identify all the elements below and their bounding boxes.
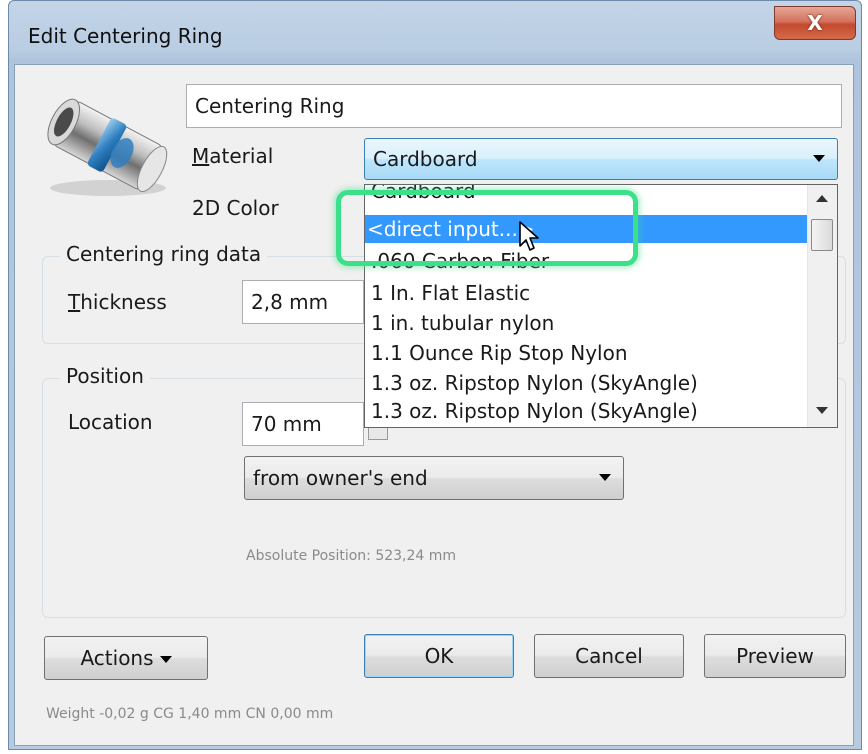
thickness-input[interactable]: 2,8 mm [242, 280, 364, 324]
thickness-value: 2,8 mm [251, 290, 329, 314]
dropdown-scrollbar[interactable] [807, 185, 837, 427]
relative-position-value: from owner's end [253, 466, 428, 490]
mouse-cursor-icon [518, 220, 542, 258]
location-spinner[interactable] [368, 426, 388, 440]
location-input[interactable]: 70 mm [242, 402, 364, 446]
component-name-value: Centering Ring [195, 94, 345, 118]
material-label: Material [192, 144, 274, 168]
chevron-down-icon [813, 155, 825, 162]
ok-button-label: OK [424, 644, 454, 668]
scroll-thumb[interactable] [811, 219, 833, 251]
list-item[interactable]: 1 in. tubular nylon [369, 309, 805, 337]
scroll-down-icon[interactable] [816, 407, 828, 414]
component-name-input[interactable]: Centering Ring [186, 84, 842, 128]
list-item[interactable]: 1.3 oz. Ripstop Nylon (SkyAngle) [369, 369, 805, 397]
list-item[interactable]: .060 Carbon Fiber [369, 247, 805, 275]
close-button[interactable]: X [774, 6, 856, 40]
relative-position-select[interactable]: from owner's end [244, 456, 624, 500]
material-select[interactable]: Cardboard [364, 138, 838, 180]
actions-button-label: Actions [80, 646, 154, 670]
location-label: Location [68, 410, 153, 434]
location-value: 70 mm [251, 412, 322, 436]
scroll-up-icon[interactable] [816, 195, 828, 202]
absolute-position-text: Absolute Position: 523,24 mm [246, 548, 457, 564]
status-text: Weight -0,02 g CG 1,40 mm CN 0,00 mm [46, 706, 334, 722]
preview-button-label: Preview [736, 644, 814, 668]
color-label: 2D Color [192, 196, 279, 220]
actions-button[interactable]: Actions [44, 636, 208, 680]
centering-ring-icon [38, 90, 176, 200]
list-item[interactable]: 1 In. Flat Elastic [369, 279, 805, 307]
cancel-button[interactable]: Cancel [534, 634, 684, 678]
list-item[interactable]: 1.1 Ounce Rip Stop Nylon [369, 339, 805, 367]
window-title: Edit Centering Ring [28, 24, 223, 48]
cancel-button-label: Cancel [575, 644, 643, 668]
list-item-selected[interactable]: <direct input...> [365, 215, 807, 243]
chevron-down-icon [599, 474, 611, 481]
thickness-label: Thickness [68, 290, 167, 314]
ring-data-legend: Centering ring data [60, 242, 268, 266]
material-dropdown-list[interactable]: Cardboard <direct input...> .060 Carbon … [364, 184, 838, 428]
list-item[interactable]: Cardboard [369, 185, 805, 205]
position-legend: Position [60, 364, 150, 388]
list-item[interactable]: 1.3 oz. Ripstop Nylon (SkyAngle) [369, 397, 805, 425]
close-icon: X [807, 11, 823, 35]
chevron-down-icon [159, 655, 172, 663]
ok-button[interactable]: OK [364, 634, 514, 678]
material-selected-value: Cardboard [373, 147, 478, 171]
preview-button[interactable]: Preview [704, 634, 846, 678]
